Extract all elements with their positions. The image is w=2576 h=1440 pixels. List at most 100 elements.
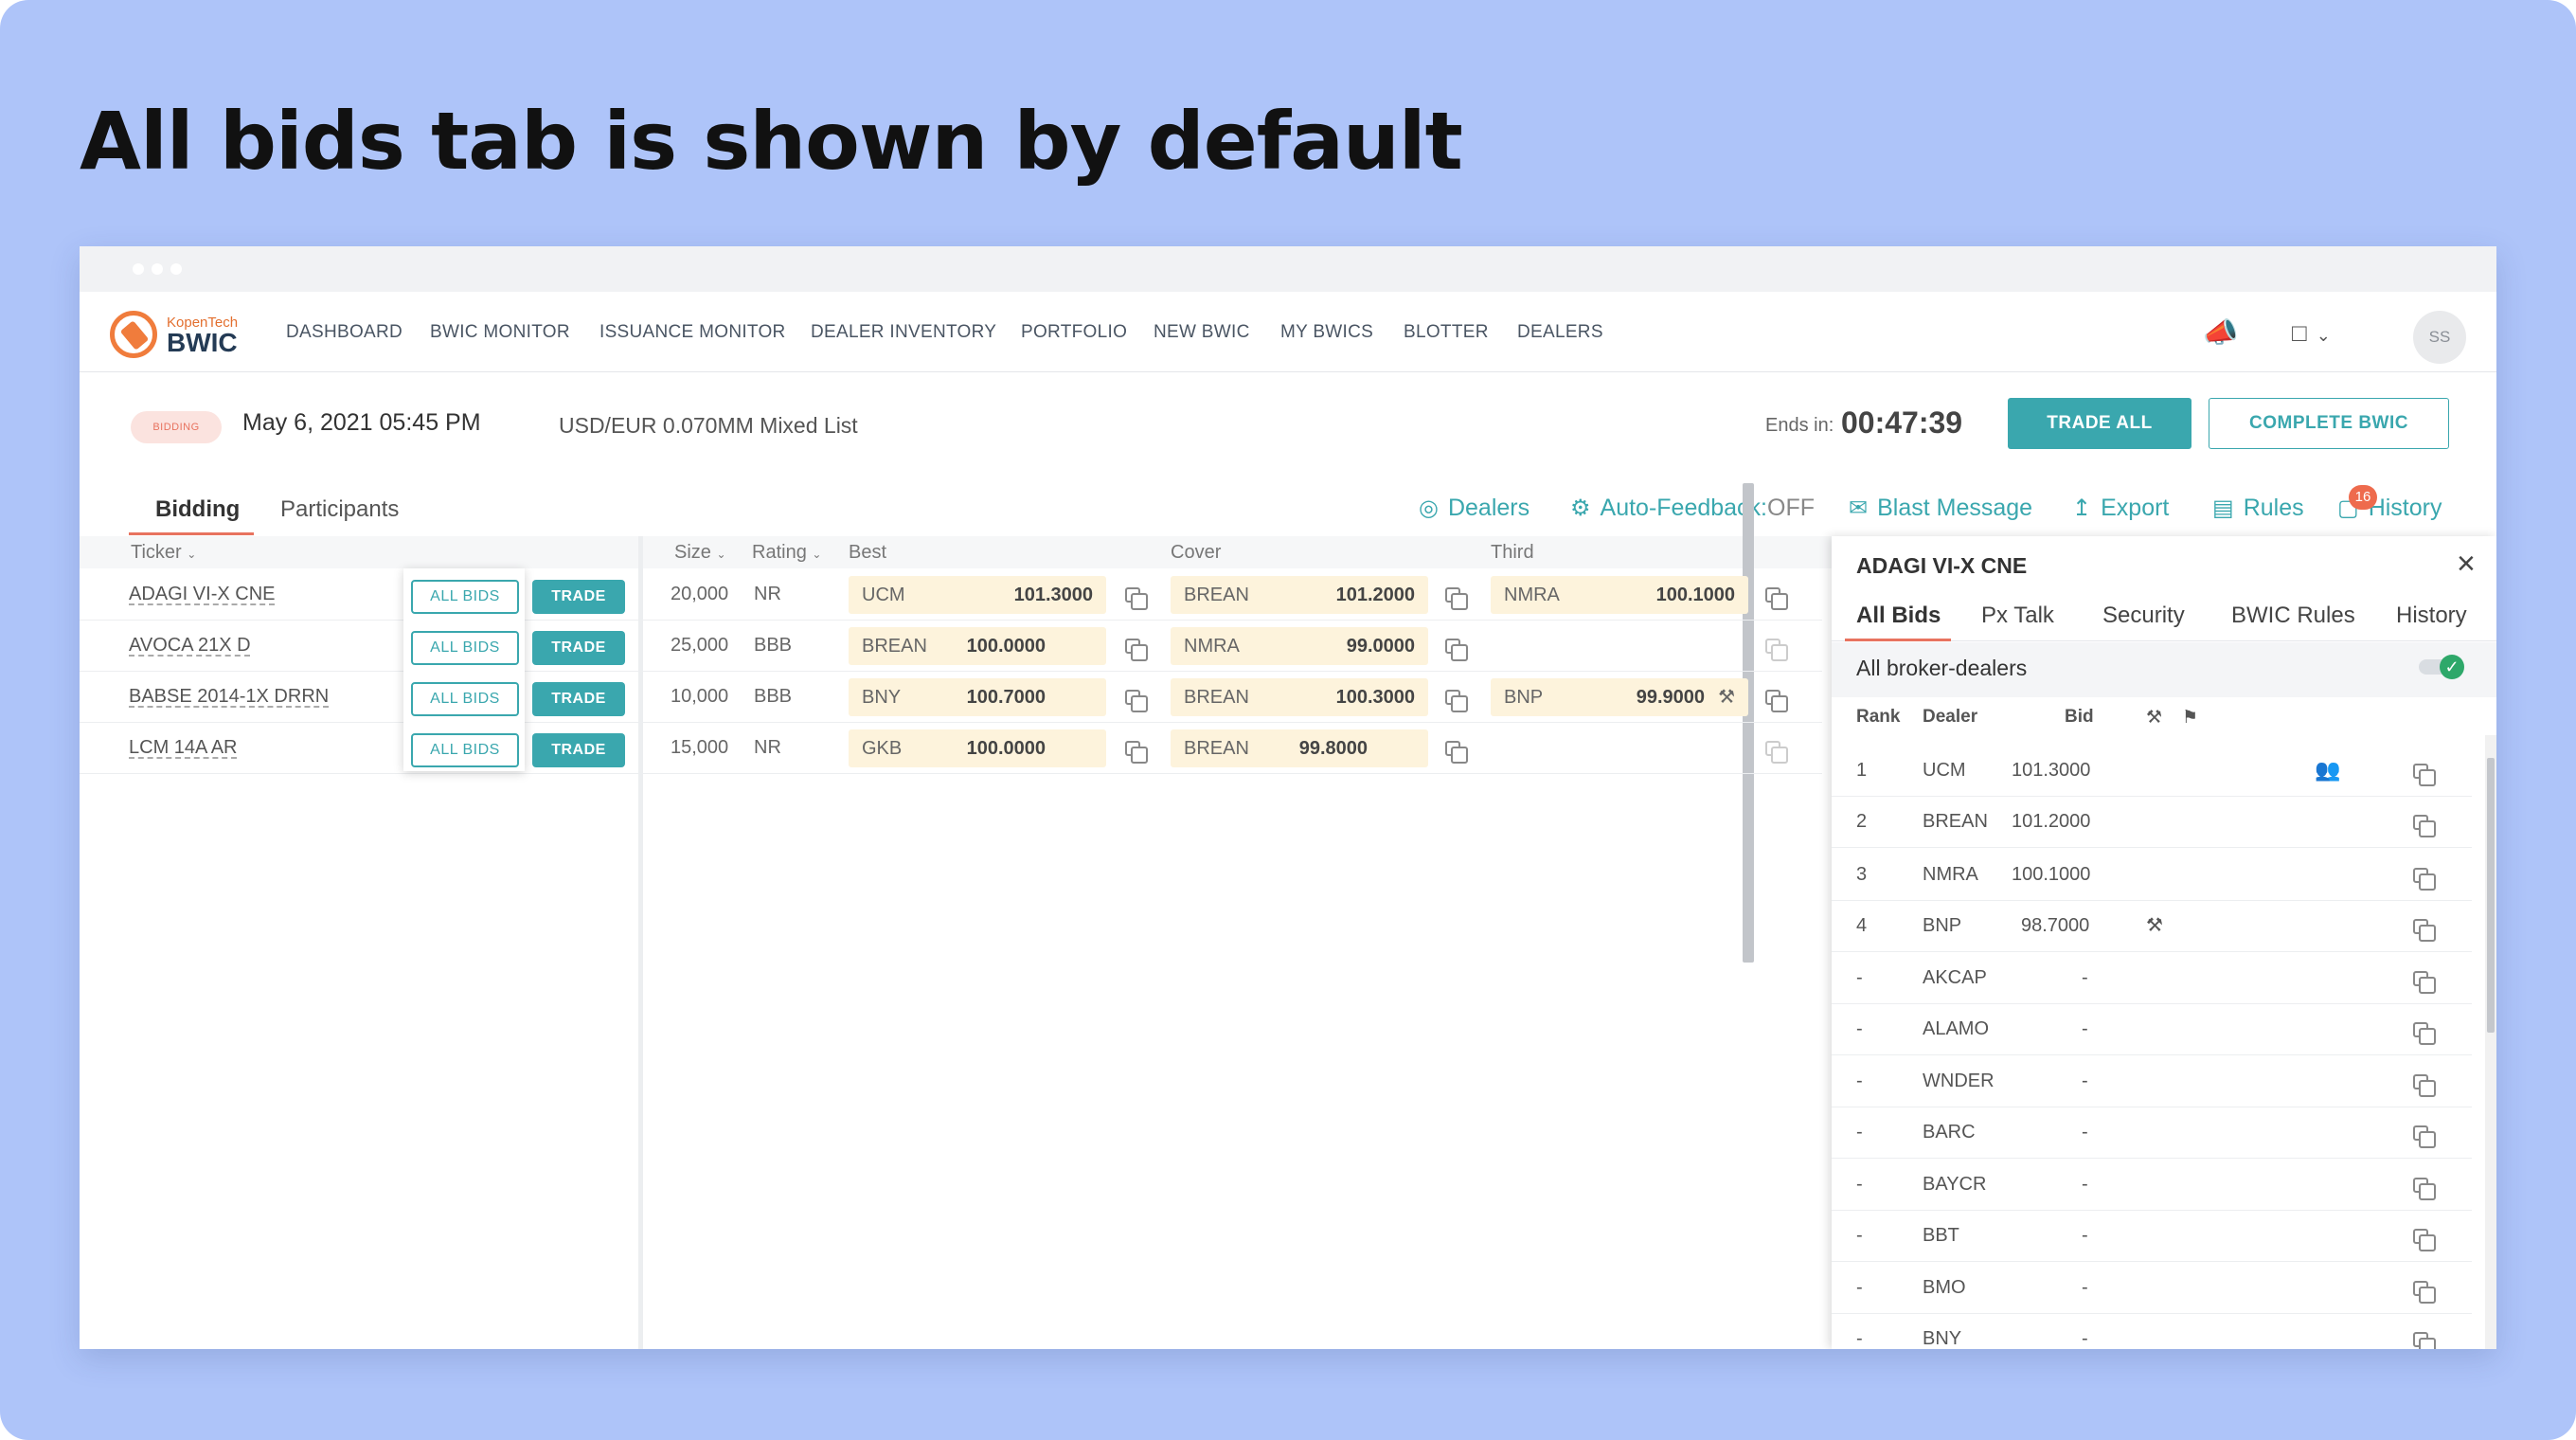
copy-icon[interactable] xyxy=(2413,1332,2436,1349)
nav-my-bwics[interactable]: MY BWICS xyxy=(1280,322,1373,343)
col-header-ticker[interactable]: Ticker ⌄ xyxy=(131,542,196,564)
dealer-code: BREAN xyxy=(1184,687,1249,708)
best-bid-cell[interactable]: UCM 101.3000 xyxy=(849,576,1106,614)
dealers-toolbar-button[interactable]: ◎ Dealers xyxy=(1419,495,1530,522)
best-bid-cell[interactable]: GKB 100.0000 xyxy=(849,729,1106,767)
ticker-link[interactable]: AVOCA 21X D xyxy=(129,635,251,657)
rules-button[interactable]: ▤ Rules xyxy=(2212,495,2304,522)
col-header-rating[interactable]: Rating ⌄ xyxy=(752,542,821,564)
trade-button[interactable]: TRADE xyxy=(532,733,625,767)
nav-dashboard[interactable]: DASHBOARD xyxy=(286,322,402,343)
copy-icon[interactable] xyxy=(1765,587,1788,610)
third-bid-cell[interactable]: BNP 99.9000 ⚒ xyxy=(1491,678,1748,716)
copy-icon[interactable] xyxy=(1445,741,1468,764)
copy-icon[interactable] xyxy=(1765,690,1788,712)
panel-scrollbar-thumb[interactable] xyxy=(2487,758,2495,1033)
megaphone-icon[interactable]: 📣 xyxy=(2203,316,2238,350)
copy-icon[interactable] xyxy=(1125,690,1148,712)
trade-all-button[interactable]: TRADE ALL xyxy=(2008,398,2191,449)
nav-dealers[interactable]: DEALERS xyxy=(1517,322,1603,343)
copy-icon[interactable] xyxy=(2413,919,2436,942)
ticker-link[interactable]: LCM 14A AR xyxy=(129,737,238,759)
all-bids-button[interactable]: ALL BIDS xyxy=(411,682,519,716)
cover-bid-cell[interactable]: BREAN 101.2000 xyxy=(1171,576,1428,614)
trade-button[interactable]: TRADE xyxy=(532,682,625,716)
third-bid-cell[interactable]: NMRA 100.1000 xyxy=(1491,576,1748,614)
nav-issuance-monitor[interactable]: ISSUANCE MONITOR xyxy=(599,322,786,343)
tab-participants[interactable]: Participants xyxy=(280,496,399,523)
copy-icon[interactable] xyxy=(2413,764,2436,786)
copy-icon[interactable] xyxy=(2413,1229,2436,1251)
row-divider xyxy=(1832,1261,2472,1262)
copy-icon[interactable] xyxy=(1125,639,1148,661)
blast-message-button[interactable]: ✉ Blast Message xyxy=(1849,495,2032,522)
copy-icon[interactable] xyxy=(1445,639,1468,661)
help-icon[interactable]: □ ⌄ xyxy=(2292,318,2331,348)
active-tab-indicator xyxy=(129,532,254,535)
copy-icon[interactable] xyxy=(1125,741,1148,764)
user-avatar[interactable]: SS xyxy=(2413,311,2466,364)
copy-icon[interactable] xyxy=(2413,815,2436,837)
cover-bid-cell[interactable]: NMRA 99.0000 xyxy=(1171,627,1428,665)
panel-tab-history[interactable]: History xyxy=(2396,603,2467,629)
all-bids-button[interactable]: ALL BIDS xyxy=(411,631,519,665)
copy-icon[interactable] xyxy=(2413,1022,2436,1045)
bid-price: 99.8000 xyxy=(1298,738,1368,759)
copy-icon[interactable] xyxy=(1125,587,1148,610)
panel-tab-security[interactable]: Security xyxy=(2102,603,2185,629)
bid-value: - xyxy=(2082,967,2088,988)
copy-icon[interactable] xyxy=(2413,1178,2436,1200)
rules-label: Rules xyxy=(2243,495,2304,521)
col-header-third: Third xyxy=(1491,542,1534,563)
complete-bwic-button[interactable]: COMPLETE BWIC xyxy=(2209,398,2449,449)
history-label: History xyxy=(2368,495,2442,521)
logo[interactable]: KopenTech BWIC xyxy=(110,307,252,360)
col-header-size[interactable]: Size ⌄ xyxy=(674,542,726,564)
row-divider xyxy=(80,722,1822,723)
table-scrollbar[interactable] xyxy=(1743,483,1754,963)
nav-bwic-monitor[interactable]: BWIC MONITOR xyxy=(430,322,570,343)
copy-icon[interactable] xyxy=(2413,1281,2436,1304)
copy-icon[interactable] xyxy=(2413,1074,2436,1097)
bid-rank: 2 xyxy=(1856,811,1868,832)
close-icon[interactable]: × xyxy=(2457,546,2476,583)
bid-value: - xyxy=(2082,1328,2088,1349)
panel-tab-px-talk[interactable]: Px Talk xyxy=(1981,603,2054,629)
bid-dealer: BAYCR xyxy=(1923,1174,1987,1195)
ticker-link[interactable]: BABSE 2014-1X DRRN xyxy=(129,686,329,708)
copy-icon[interactable] xyxy=(2413,971,2436,994)
export-button[interactable]: ↥ Export xyxy=(2072,495,2169,522)
ticker-link[interactable]: ADAGI VI-X CNE xyxy=(129,584,275,605)
nav-new-bwic[interactable]: NEW BWIC xyxy=(1154,322,1250,343)
copy-icon[interactable] xyxy=(1445,587,1468,610)
copy-icon[interactable] xyxy=(2413,1125,2436,1148)
nav-dealer-inventory[interactable]: DEALER INVENTORY xyxy=(811,322,996,343)
cover-bid-cell[interactable]: BREAN 100.3000 xyxy=(1171,678,1428,716)
all-bids-button[interactable]: ALL BIDS xyxy=(411,733,519,767)
auto-feedback-toggle[interactable]: ⚙ Auto-Feedback:OFF xyxy=(1570,495,1815,522)
bid-dealer: WNDER xyxy=(1923,1071,1995,1091)
trade-button[interactable]: TRADE xyxy=(532,631,625,665)
panel-tab-all-bids[interactable]: All Bids xyxy=(1856,603,1941,629)
copy-icon[interactable] xyxy=(2413,868,2436,891)
best-bid-cell[interactable]: BREAN 100.0000 xyxy=(849,627,1106,665)
best-bid-cell[interactable]: BNY 100.7000 xyxy=(849,678,1106,716)
cover-bid-cell[interactable]: BREAN 99.8000 xyxy=(1171,729,1428,767)
row-divider xyxy=(1832,1003,2472,1004)
bid-dealer: BREAN xyxy=(1923,811,1988,832)
col-ticker-label: Ticker xyxy=(131,542,182,563)
tab-bidding[interactable]: Bidding xyxy=(155,496,240,523)
trade-button[interactable]: TRADE xyxy=(532,580,625,614)
contact-icon[interactable]: 👥 xyxy=(2315,758,2340,783)
dealer-code: UCM xyxy=(862,585,905,605)
all-bids-button[interactable]: ALL BIDS xyxy=(411,580,519,614)
nav-portfolio[interactable]: PORTFOLIO xyxy=(1021,322,1127,343)
logo-product: BWIC xyxy=(167,328,238,357)
copy-icon[interactable] xyxy=(1445,690,1468,712)
bid-rank: - xyxy=(1856,1225,1863,1246)
bid-value: - xyxy=(2082,1174,2088,1195)
panel-tab-bwic-rules[interactable]: BWIC Rules xyxy=(2231,603,2355,629)
bid-rank: - xyxy=(1856,1122,1863,1143)
copy-icon xyxy=(1765,741,1788,764)
nav-blotter[interactable]: BLOTTER xyxy=(1404,322,1489,343)
